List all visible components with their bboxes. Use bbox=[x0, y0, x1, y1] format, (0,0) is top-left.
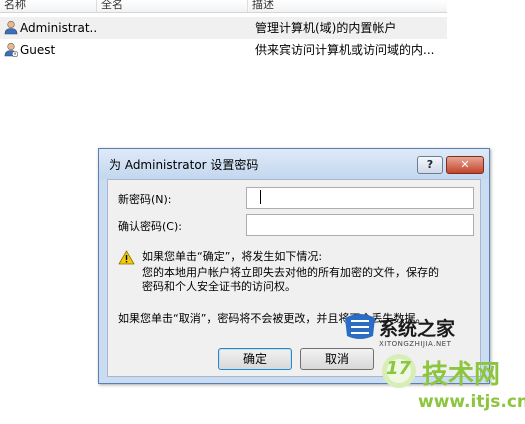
warning-icon bbox=[118, 250, 135, 265]
column-header-fullname[interactable]: 全名 bbox=[97, 0, 247, 11]
xitongzhijia-logo-icon bbox=[345, 314, 375, 339]
watermark-site-name: 技术网 bbox=[422, 360, 501, 390]
watermark-number: 17 bbox=[386, 358, 412, 379]
user-name: Guest bbox=[20, 43, 56, 57]
user-name: Administrat... bbox=[20, 21, 96, 35]
warning-heading: 如果您单击“确定”，将发生如下情况: bbox=[142, 250, 323, 263]
new-password-input[interactable] bbox=[246, 187, 474, 209]
dialog-title-bar[interactable]: 为 Administrator 设置密码 ? ✕ bbox=[99, 149, 489, 179]
close-button[interactable]: ✕ bbox=[446, 156, 484, 174]
list-header: 名称 全名 描述 bbox=[0, 0, 447, 13]
user-description: 供来宾访问计算机或访问域的内... bbox=[255, 43, 435, 57]
cancel-button[interactable]: 取消 bbox=[300, 348, 374, 370]
dialog-title: 为 Administrator 设置密码 bbox=[109, 158, 259, 172]
warning-text: 密码和个人安全证书的访问权。 bbox=[142, 280, 296, 293]
new-password-label: 新密码(N): bbox=[118, 193, 172, 206]
watermark-site-url: www.itjs.cn bbox=[418, 392, 525, 412]
watermark-site-url: XITONGZHIJIA.NET bbox=[379, 340, 452, 348]
warning-text: 您的本地用户帐户将立即失去对他的所有加密的文件，保存的 bbox=[142, 266, 439, 279]
text-caret bbox=[260, 190, 261, 204]
confirm-password-input[interactable] bbox=[246, 214, 474, 236]
set-password-dialog: 为 Administrator 设置密码 ? ✕ 新密码(N): 确认密码(C)… bbox=[98, 148, 490, 384]
ok-button[interactable]: 确定 bbox=[218, 348, 292, 370]
watermark-site-name: 系统之家 bbox=[379, 318, 456, 340]
confirm-password-label: 确认密码(C): bbox=[118, 220, 182, 233]
close-icon: ✕ bbox=[460, 158, 470, 171]
list-item-administrator[interactable]: Administrat... 管理计算机(域)的内置帐户 bbox=[0, 17, 447, 39]
column-header-name[interactable]: 名称 bbox=[0, 0, 96, 11]
user-description: 管理计算机(域)的内置帐户 bbox=[255, 21, 397, 35]
list-item-guest[interactable]: Guest 供来宾访问计算机或访问域的内... bbox=[0, 39, 447, 61]
user-icon bbox=[4, 20, 18, 35]
column-header-description[interactable]: 描述 bbox=[248, 0, 447, 11]
user-icon bbox=[4, 42, 18, 57]
help-button[interactable]: ? bbox=[417, 156, 443, 174]
